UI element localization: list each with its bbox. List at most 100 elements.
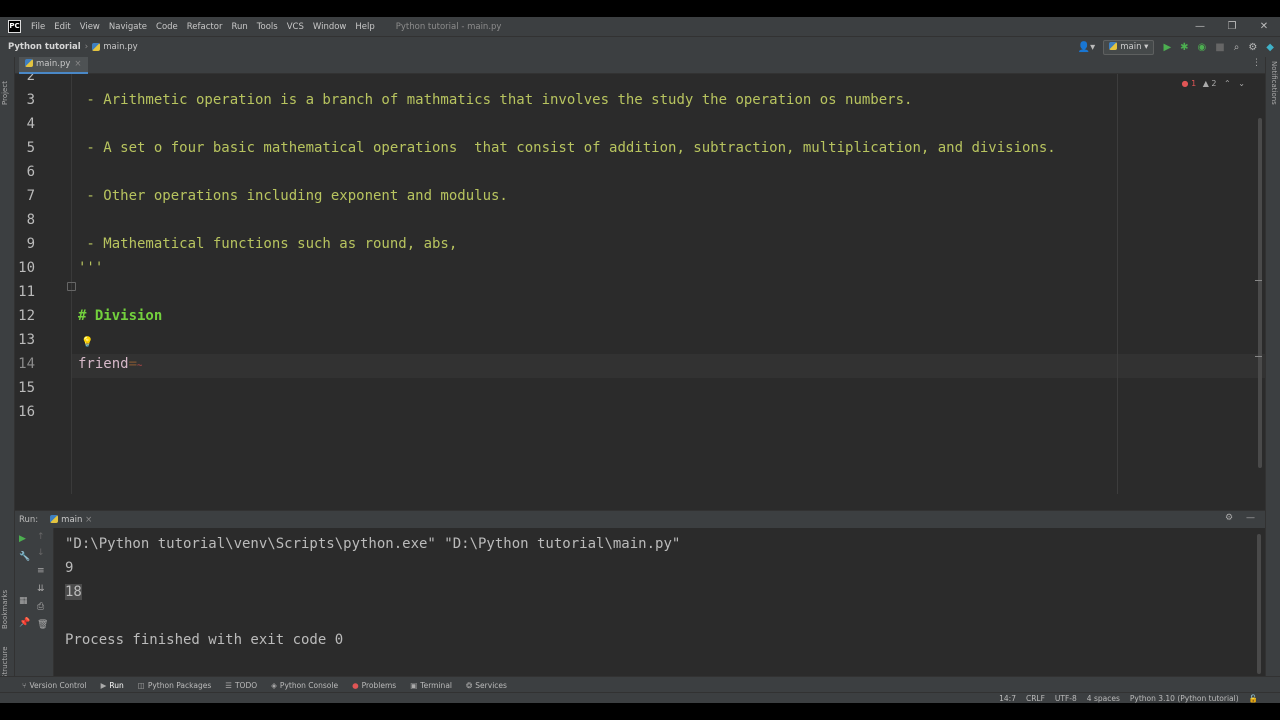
python-packages-tab[interactable]: ◫ Python Packages (138, 681, 211, 690)
arrow-up-icon[interactable]: ↑ (37, 532, 45, 542)
todo-tab[interactable]: ☰ TODO (225, 681, 257, 690)
debug-icon[interactable]: ✱ (1180, 42, 1188, 53)
line-number: 10 (18, 260, 35, 276)
error-squiggle-icon: ~ (137, 361, 143, 371)
code-editor[interactable]: 2 3 4 5 6 7 8 9 10 11 12 13 14 15 16 - A… (15, 74, 1265, 494)
close-tab-icon[interactable]: × (85, 515, 92, 525)
menu-file[interactable]: File (31, 22, 45, 32)
notifications-tool-button[interactable]: Notifications (1270, 61, 1278, 105)
file-encoding[interactable]: UTF-8 (1055, 693, 1077, 703)
console-scrollbar[interactable] (1257, 534, 1261, 674)
menu-vcs[interactable]: VCS (287, 22, 304, 32)
line-separator[interactable]: CRLF (1026, 693, 1045, 703)
menu-navigate[interactable]: Navigate (109, 22, 147, 32)
menu-help[interactable]: Help (355, 22, 374, 32)
run-console[interactable]: "D:\Python tutorial\venv\Scripts\python.… (54, 528, 1265, 686)
soft-wrap-icon[interactable]: ≡ (37, 566, 45, 576)
pin-icon[interactable]: 📌 (19, 618, 30, 628)
run-configuration-label: main (1120, 41, 1142, 52)
lightbulb-icon[interactable]: 💡 (81, 337, 93, 348)
bookmarks-tool-button[interactable]: Bookmarks (1, 590, 9, 629)
play-icon: ▶ (100, 680, 107, 690)
console-line-selected: 18 (65, 584, 82, 600)
assignment-operator: = (128, 356, 138, 372)
search-icon[interactable]: ⌕ (1234, 42, 1240, 53)
editor-scrollbar[interactable] (1258, 118, 1262, 468)
inspection-widget[interactable]: ● 1 ▲ 2 ⌃ ⌄ (1182, 79, 1245, 88)
menu-run[interactable]: Run (231, 22, 247, 32)
code-line: - Arithmetic operation is a branch of ma… (78, 92, 913, 108)
terminal-tab[interactable]: ▣ Terminal (410, 681, 452, 690)
warning-icon: ▲ (1202, 79, 1209, 88)
run-tool-tab[interactable]: ▶ Run (101, 681, 124, 690)
restore-button[interactable]: ❐ (1216, 17, 1248, 36)
jetbrains-icon[interactable]: ◆ (1266, 42, 1274, 53)
line-number: 7 (26, 188, 35, 204)
arrow-down-icon[interactable]: ↓ (37, 548, 45, 558)
lock-icon[interactable]: 🔓 (1249, 693, 1258, 703)
chevron-up-icon[interactable]: ⌃ (1224, 79, 1231, 88)
line-number: 9 (26, 236, 35, 252)
breadcrumb-project[interactable]: Python tutorial (8, 42, 81, 52)
gear-icon[interactable]: ⚙ (1225, 513, 1233, 523)
rerun-icon[interactable]: ▶ (19, 534, 26, 544)
trash-icon[interactable]: 🗑 (37, 620, 48, 630)
line-number: 8 (26, 212, 35, 228)
menu-code[interactable]: Code (156, 22, 178, 32)
window-title: Python tutorial - main.py (395, 21, 502, 32)
fold-marker-icon[interactable] (67, 282, 76, 291)
packages-icon: ◫ (137, 680, 145, 690)
right-margin-guide (1117, 74, 1118, 494)
print-icon[interactable]: ⎙ (37, 602, 44, 612)
tab-main-py[interactable]: main.py × (19, 57, 88, 74)
line-number: 3 (26, 92, 35, 108)
more-icon[interactable]: ⋮ (1252, 58, 1261, 68)
branch-icon: ⑂ (22, 680, 27, 690)
line-number-current: 14 (18, 356, 35, 372)
close-button[interactable]: ✕ (1248, 17, 1280, 36)
run-panel-tools: ⚙ — (1215, 513, 1255, 523)
left-tool-strip: Project Bookmarks Structure (0, 57, 15, 686)
menu-tools[interactable]: Tools (257, 22, 278, 32)
user-icon[interactable]: 👤▾ (1078, 42, 1095, 53)
menu-edit[interactable]: Edit (54, 22, 70, 32)
caret-position[interactable]: 14:7 (999, 693, 1016, 703)
code-line: - Other operations including exponent an… (78, 188, 508, 204)
project-tool-button[interactable]: Project (1, 81, 9, 105)
line-number: 12 (18, 308, 35, 324)
menu-view[interactable]: View (80, 22, 100, 32)
scroll-to-end-icon[interactable]: ⇊ (37, 584, 45, 594)
run-toolbar-primary: ▶ 🔧 ▦ 📌 (15, 528, 33, 686)
python-console-tab[interactable]: ◈ Python Console (271, 681, 338, 690)
tool-window-label: Terminal (420, 680, 452, 690)
layout-icon[interactable]: ▦ (19, 596, 28, 606)
menu-window[interactable]: Window (313, 22, 347, 32)
line-number: 15 (18, 380, 35, 396)
run-tab-main[interactable]: main × (46, 514, 96, 525)
title-bar: PC File Edit View Navigate Code Refactor… (0, 17, 1280, 36)
services-tab[interactable]: ❂ Services (466, 681, 507, 690)
close-tab-icon[interactable]: × (74, 59, 81, 69)
stop-icon[interactable]: ■ (1215, 42, 1224, 53)
error-icon: ● (1181, 79, 1189, 88)
run-configuration-select[interactable]: main ▾ (1103, 39, 1155, 55)
menu-refactor[interactable]: Refactor (187, 22, 223, 32)
chevron-down-icon[interactable]: ⌄ (1238, 79, 1245, 88)
minimize-button[interactable]: — (1184, 17, 1216, 36)
warning-count: 2 (1211, 79, 1217, 88)
status-bar: 14:7 CRLF UTF-8 4 spaces Python 3.10 (Py… (0, 692, 1280, 703)
tool-window-label: Problems (361, 680, 397, 690)
version-control-tab[interactable]: ⑂ Version Control (22, 681, 87, 690)
structure-tool-button[interactable]: Structure (1, 646, 9, 679)
tool-window-bar: ⑂ Version Control ▶ Run ◫ Python Packages ☰… (0, 676, 1280, 693)
minimize-panel-icon[interactable]: — (1246, 513, 1255, 523)
gear-icon[interactable]: ⚙ (1248, 42, 1257, 53)
coverage-icon[interactable]: ◉ (1198, 42, 1207, 53)
indent-setting[interactable]: 4 spaces (1087, 693, 1120, 703)
breadcrumb-file[interactable]: main.py (103, 42, 137, 52)
pycharm-logo-icon: PC (8, 20, 21, 33)
run-icon[interactable]: ▶ (1163, 42, 1171, 53)
problems-tab[interactable]: ● Problems (352, 681, 396, 690)
python-interpreter[interactable]: Python 3.10 (Python tutorial) (1130, 693, 1239, 703)
wrench-icon[interactable]: 🔧 (19, 552, 30, 562)
